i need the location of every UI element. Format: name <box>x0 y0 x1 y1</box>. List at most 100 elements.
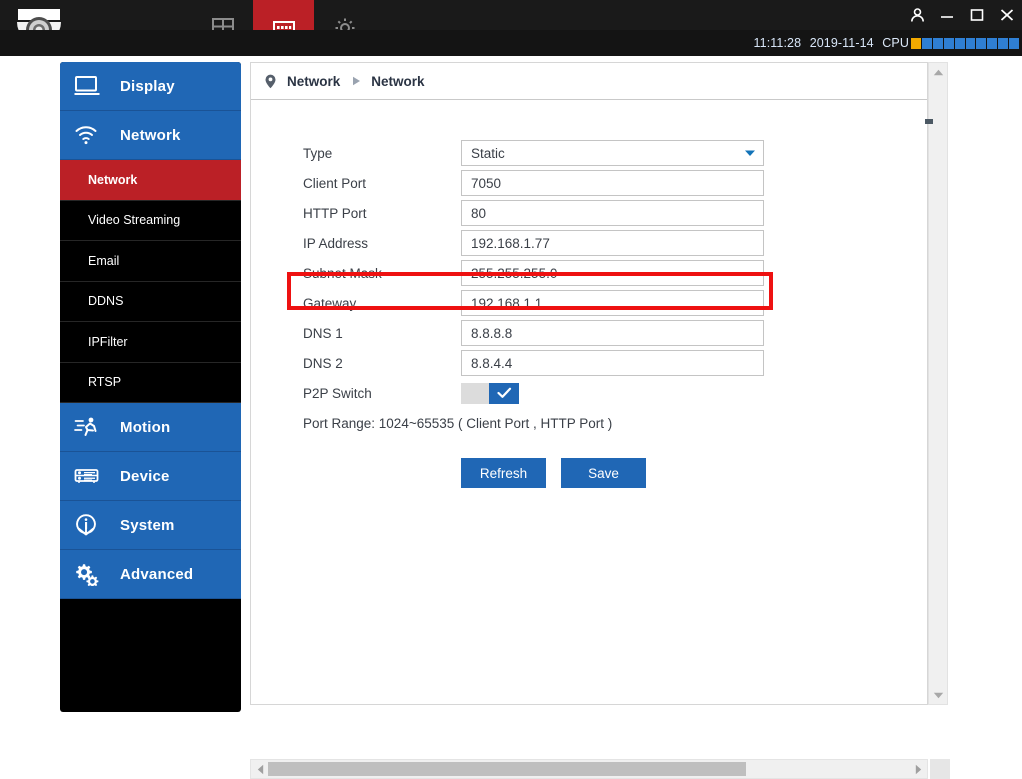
form-row-ip-address: IP Address 192.168.1.77 <box>251 228 927 258</box>
form-row-dns1: DNS 1 8.8.8.8 <box>251 318 927 348</box>
triangle-left-icon[interactable] <box>251 760 269 778</box>
chevron-down-icon[interactable] <box>737 149 763 157</box>
status-datetime: 11:11:28 2019-11-14 CPU <box>754 30 909 56</box>
sidebar-item-network[interactable]: Network <box>60 111 241 160</box>
p2p-switch-label: P2P Switch <box>303 385 372 401</box>
cpu-bar <box>954 38 965 49</box>
sidebar: Display Network Network Video Streaming <box>60 62 241 712</box>
app-body: Display Network Network Video Streaming <box>0 56 1022 779</box>
cpu-bar <box>987 38 998 49</box>
sidebar-item-device[interactable]: Device <box>60 452 241 501</box>
user-icon[interactable] <box>908 5 926 25</box>
triangle-up-icon[interactable] <box>929 63 947 81</box>
cpu-bar <box>965 38 976 49</box>
ip-address-value: 192.168.1.77 <box>471 235 550 251</box>
close-icon[interactable] <box>998 5 1016 25</box>
p2p-switch-toggle[interactable] <box>461 382 519 404</box>
sidebar-subitem-email[interactable]: Email <box>60 241 241 282</box>
breadcrumb-item-first[interactable]: Network <box>287 74 340 89</box>
status-date: 2019-11-14 <box>809 36 874 50</box>
http-port-input[interactable]: 80 <box>461 200 764 226</box>
cpu-bar <box>998 38 1009 49</box>
cpu-bar <box>1009 38 1020 49</box>
sidebar-item-display[interactable]: Display <box>60 62 241 111</box>
subnet-mask-value: 255.255.255.0 <box>471 265 558 281</box>
toggle-track <box>461 382 489 404</box>
client-port-input[interactable]: 7050 <box>461 170 764 196</box>
sidebar-item-label: Display <box>120 77 175 95</box>
http-port-value: 80 <box>471 205 487 221</box>
sidebar-item-label: Motion <box>120 418 171 436</box>
client-port-value: 7050 <box>471 175 502 191</box>
ip-address-input[interactable]: 192.168.1.77 <box>461 230 764 256</box>
network-settings-form: Type Static Client Port 7050 HTTP Port 8… <box>251 100 927 488</box>
cpu-bar <box>911 38 921 49</box>
refresh-button[interactable]: Refresh <box>461 458 546 488</box>
dns1-value: 8.8.8.8 <box>471 325 513 341</box>
sidebar-item-advanced[interactable]: Advanced <box>60 550 241 599</box>
breadcrumb-item-second[interactable]: Network <box>371 74 424 89</box>
form-actions: Refresh Save <box>251 458 927 488</box>
dns2-value: 8.8.4.4 <box>471 355 513 371</box>
client-port-label: Client Port <box>303 175 367 191</box>
triangle-down-icon[interactable] <box>929 686 947 704</box>
gateway-input[interactable]: 192.168.1.1 <box>461 290 764 316</box>
sidebar-subitem-label: DDNS <box>88 294 124 309</box>
sidebar-subitem-label: Email <box>88 253 120 268</box>
dns1-input[interactable]: 8.8.8.8 <box>461 320 764 346</box>
form-row-http-port: HTTP Port 80 <box>251 198 927 228</box>
type-select[interactable]: Static <box>461 140 764 166</box>
subnet-mask-input[interactable]: 255.255.255.0 <box>461 260 764 286</box>
sidebar-subitem-network[interactable]: Network <box>60 160 241 201</box>
sidebar-item-label: Advanced <box>120 565 194 583</box>
gears-icon <box>74 562 108 586</box>
triangle-right-icon[interactable] <box>909 760 927 778</box>
window-controls <box>908 0 1016 30</box>
scrollbar-corner <box>930 759 950 779</box>
check-icon <box>489 382 519 404</box>
sidebar-item-motion[interactable]: Motion <box>60 403 241 452</box>
sidebar-subitem-ddns[interactable]: DDNS <box>60 281 241 322</box>
breadcrumb: Network Network <box>251 63 927 100</box>
http-port-label: HTTP Port <box>303 205 367 221</box>
cpu-bar <box>932 38 943 49</box>
sidebar-subitem-label: RTSP <box>88 375 122 390</box>
subnet-mask-label: Subnet Mask <box>303 265 382 281</box>
form-row-client-port: Client Port 7050 <box>251 168 927 198</box>
status-bar: 11:11:28 2019-11-14 CPU <box>0 30 1022 56</box>
ip-address-label: IP Address <box>303 235 369 251</box>
sidebar-subitem-ipfilter[interactable]: IPFilter <box>60 322 241 363</box>
status-time: 11:11:28 <box>753 36 802 50</box>
title-bar <box>0 0 1022 30</box>
horizontal-scrollbar-thumb[interactable] <box>268 762 746 776</box>
sidebar-subitem-label: Video Streaming <box>88 213 181 228</box>
wifi-icon <box>74 124 108 146</box>
monitor-icon <box>74 75 108 97</box>
triangle-right-icon <box>352 76 361 86</box>
sidebar-item-label: System <box>120 516 175 534</box>
content-panel: Network Network Type Static Client Port … <box>250 62 928 705</box>
dns2-label: DNS 2 <box>303 355 343 371</box>
type-value: Static <box>471 145 505 161</box>
info-pin-icon <box>74 513 108 537</box>
running-person-icon <box>74 416 108 438</box>
sidebar-subitem-video-streaming[interactable]: Video Streaming <box>60 200 241 241</box>
vertical-scrollbar[interactable] <box>925 62 948 705</box>
save-button[interactable]: Save <box>561 458 646 488</box>
dns1-label: DNS 1 <box>303 325 343 341</box>
cpu-usage-meter <box>911 38 1020 49</box>
dns2-input[interactable]: 8.8.4.4 <box>461 350 764 376</box>
maximize-icon[interactable] <box>968 5 986 25</box>
location-pin-icon <box>264 74 277 89</box>
form-row-subnet-mask: Subnet Mask 255.255.255.0 <box>251 258 927 288</box>
sidebar-item-label: Network <box>120 126 181 144</box>
horizontal-scrollbar[interactable] <box>250 759 928 779</box>
form-row-dns2: DNS 2 8.8.4.4 <box>251 348 927 378</box>
sidebar-subitem-label: Network <box>88 172 138 187</box>
sidebar-subitem-rtsp[interactable]: RTSP <box>60 362 241 403</box>
minimize-icon[interactable] <box>938 5 956 25</box>
gateway-label: Gateway <box>303 295 357 311</box>
sidebar-item-system[interactable]: System <box>60 501 241 550</box>
cpu-bar <box>921 38 932 49</box>
gateway-value: 192.168.1.1 <box>471 295 543 311</box>
